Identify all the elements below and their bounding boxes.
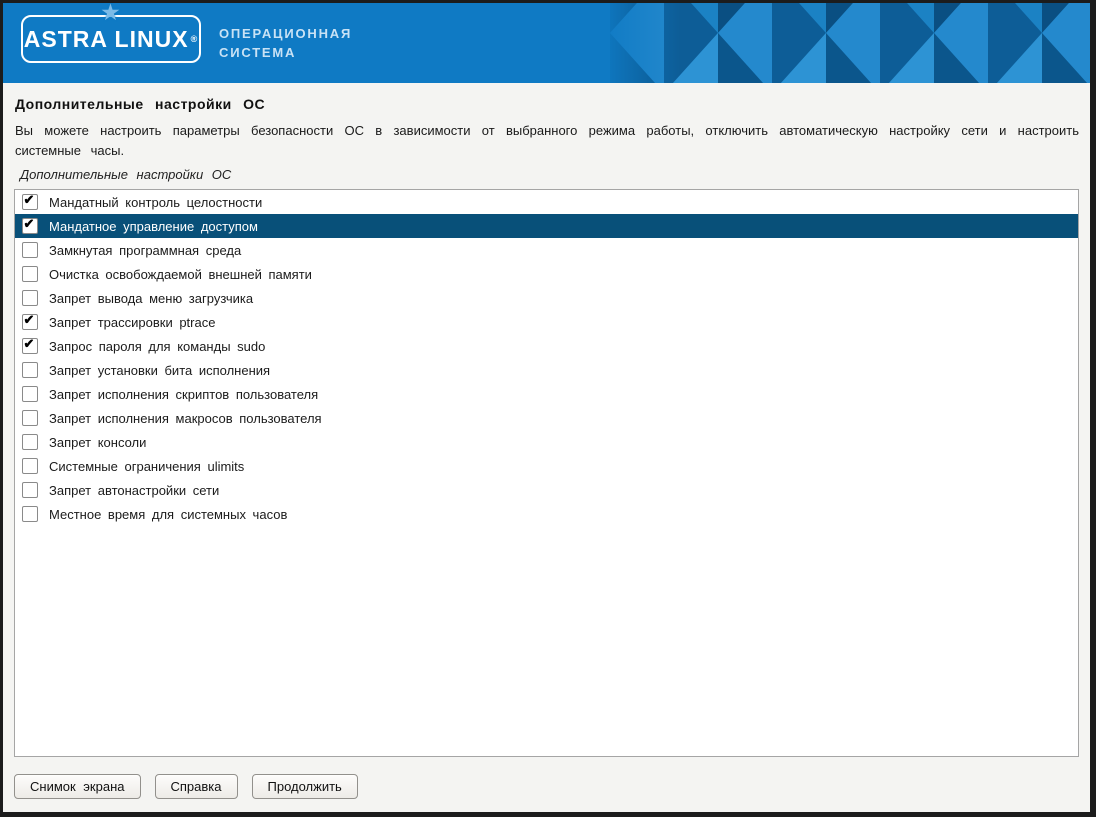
checkbox-icon[interactable] [22,242,38,258]
option-row[interactable]: Мандатное управление доступом [15,214,1078,238]
option-row[interactable]: Запрос пароля для команды sudo [15,334,1078,358]
checkbox-icon[interactable] [22,506,38,522]
option-row[interactable]: Запрет установки бита исполнения [15,358,1078,382]
checkbox-icon[interactable] [22,458,38,474]
option-label: Запрет консоли [49,435,146,450]
option-label: Системные ограничения ulimits [49,459,244,474]
option-label: Запрет трассировки ptrace [49,315,215,330]
page-description: Вы можете настроить параметры безопаснос… [15,121,1079,161]
help-button[interactable]: Справка [155,774,238,799]
option-label: Мандатное управление доступом [49,219,258,234]
checkbox-icon[interactable] [22,386,38,402]
registered-mark: ® [191,34,199,44]
option-label: Замкнутая программная среда [49,243,241,258]
option-row[interactable]: Запрет вывода меню загрузчика [15,286,1078,310]
option-row[interactable]: Запрет консоли [15,430,1078,454]
option-row[interactable]: Замкнутая программная среда [15,238,1078,262]
options-list: Мандатный контроль целостности Мандатное… [14,189,1079,757]
option-label: Местное время для системных часов [49,507,287,522]
brand-subtitle: ОПЕРАЦИОННАЯ СИСТЕМА [219,24,352,62]
option-row[interactable]: Очистка освобождаемой внешней памяти [15,262,1078,286]
option-row[interactable]: Мандатный контроль целостности [15,190,1078,214]
option-row[interactable]: Запрет трассировки ptrace [15,310,1078,334]
star-icon: ★ [102,3,121,23]
logo-text: ASTRA LINUX [24,26,189,53]
checkbox-icon[interactable] [22,290,38,306]
brand-line1: ОПЕРАЦИОННАЯ [219,24,352,43]
option-row[interactable]: Запрет исполнения скриптов пользователя [15,382,1078,406]
checkbox-icon[interactable] [22,434,38,450]
option-row[interactable]: Системные ограничения ulimits [15,454,1078,478]
checkbox-icon[interactable] [22,218,38,234]
option-label: Запрет исполнения скриптов пользователя [49,387,318,402]
option-label: Очистка освобождаемой внешней памяти [49,267,312,282]
option-label: Мандатный контроль целостности [49,195,262,210]
option-label: Запрет вывода меню загрузчика [49,291,253,306]
option-row[interactable]: Запрет автонастройки сети [15,478,1078,502]
checkbox-icon[interactable] [22,194,38,210]
option-label: Запрет исполнения макросов пользователя [49,411,322,426]
checkbox-icon[interactable] [22,338,38,354]
checkbox-icon[interactable] [22,362,38,378]
option-label: Запрос пароля для команды sudo [49,339,265,354]
checkbox-icon[interactable] [22,482,38,498]
option-row[interactable]: Местное время для системных часов [15,502,1078,526]
option-label: Запрет автонастройки сети [49,483,219,498]
header-banner: ★ ASTRA LINUX® ОПЕРАЦИОННАЯ СИСТЕМА [3,3,1090,83]
installer-window: ★ ASTRA LINUX® ОПЕРАЦИОННАЯ СИСТЕМА Допо… [3,3,1090,812]
continue-button[interactable]: Продолжить [252,774,358,799]
option-row[interactable]: Запрет исполнения макросов пользователя [15,406,1078,430]
header-pattern-fade [600,3,680,83]
main-content: Дополнительные настройки ОС Вы можете на… [3,83,1090,757]
screenshot-button[interactable]: Снимок экрана [14,774,141,799]
checkbox-icon[interactable] [22,410,38,426]
header-triangle-pattern [610,3,1090,83]
page-title: Дополнительные настройки ОС [15,96,1079,112]
options-list-label: Дополнительные настройки ОС [20,167,1079,182]
footer-bar: Снимок экрана Справка Продолжить [3,757,1090,812]
checkbox-icon[interactable] [22,266,38,282]
brand-line2: СИСТЕМА [219,43,352,62]
option-label: Запрет установки бита исполнения [49,363,270,378]
checkbox-icon[interactable] [22,314,38,330]
astra-linux-logo: ★ ASTRA LINUX® [21,15,201,63]
